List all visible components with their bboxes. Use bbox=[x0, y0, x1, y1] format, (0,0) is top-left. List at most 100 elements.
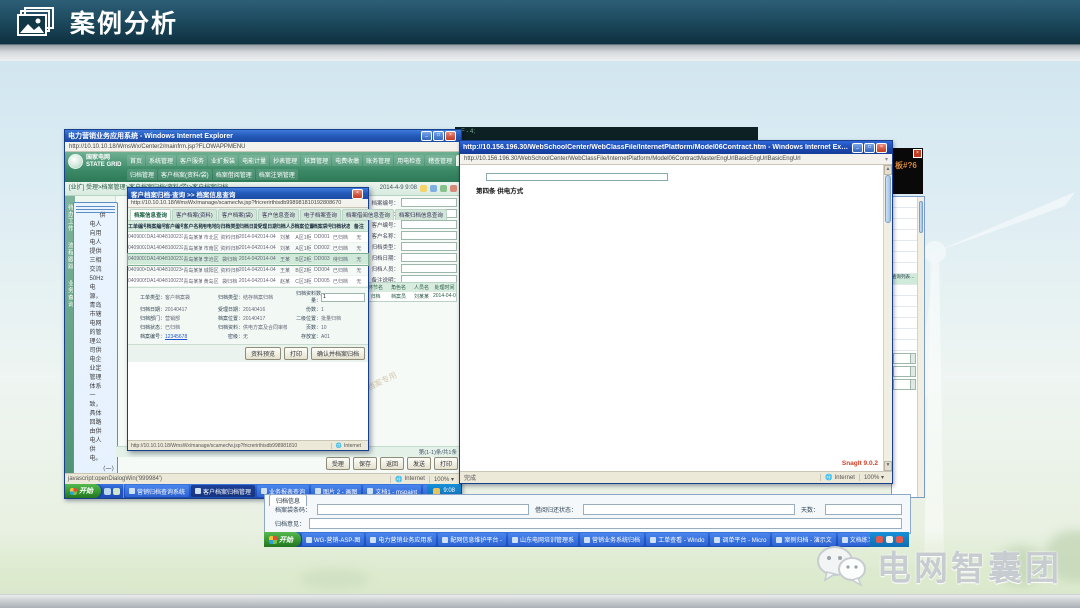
field-input[interactable] bbox=[401, 220, 457, 229]
window1-titlebar[interactable]: 电力营销业务应用系统 - Windows Internet Explorer _… bbox=[65, 130, 461, 142]
days-input[interactable] bbox=[825, 504, 902, 515]
opinion-input[interactable] bbox=[309, 518, 902, 529]
action-button[interactable]: 保存 bbox=[353, 457, 377, 470]
list-item[interactable] bbox=[892, 241, 917, 252]
window2-titlebar[interactable]: http://10.156.196.30/WebSchoolCenter/Web… bbox=[460, 141, 892, 154]
popup-tab[interactable]: 档案借阅信息查询 bbox=[342, 209, 394, 220]
list-item[interactable] bbox=[892, 285, 917, 296]
scroll-thumb[interactable] bbox=[885, 175, 891, 223]
popup-tab[interactable]: 档案信息查询 bbox=[130, 209, 171, 220]
submenu-tab[interactable]: 归档管理 bbox=[127, 169, 157, 180]
menu-tab[interactable]: 电费收缴 bbox=[332, 155, 362, 166]
task-button[interactable]: 工单查看 - Windo bbox=[646, 533, 708, 546]
list-item[interactable] bbox=[892, 296, 917, 307]
close-icon[interactable]: × bbox=[913, 149, 922, 158]
menu-tab[interactable]: 账务管理 bbox=[363, 155, 393, 166]
menu-tab[interactable]: 稽查管理 bbox=[425, 155, 455, 166]
ie-icon[interactable] bbox=[104, 488, 111, 495]
list-item[interactable] bbox=[892, 230, 917, 241]
function-icon-button[interactable]: 供电人向用电人提供三相交流50Hz电源，青岛市辖电网的管理公司供电企业定管理体系… bbox=[76, 202, 114, 473]
submenu-tab[interactable]: 档案借阅管理 bbox=[213, 169, 255, 180]
minimize-button[interactable]: _ bbox=[421, 131, 432, 141]
document-scrollbar[interactable]: ▲ ▼ bbox=[883, 165, 892, 471]
refresh-icon[interactable] bbox=[430, 185, 437, 192]
submenu-tab[interactable]: 客户档案(资料/袋) bbox=[158, 169, 212, 180]
popup-tab[interactable]: 客户档案(资料) bbox=[172, 209, 217, 220]
home-icon[interactable] bbox=[420, 185, 427, 192]
maximize-button[interactable]: □ bbox=[864, 143, 875, 153]
task-button[interactable]: WG-营销-ASP-图 bbox=[302, 533, 364, 546]
window1-addressbar[interactable]: http://10.10.10.18/WmsWx/Center2/mainfrm… bbox=[65, 142, 461, 152]
menu-tab[interactable]: 抄表管理 bbox=[270, 155, 300, 166]
task-button[interactable]: 配网信息维护平台 - bbox=[438, 533, 506, 546]
popup-action-button[interactable]: 资料预览 bbox=[245, 347, 281, 360]
list-item[interactable] bbox=[892, 329, 917, 340]
side-scrollbar[interactable] bbox=[917, 197, 924, 497]
field-input[interactable] bbox=[401, 198, 457, 207]
menu-tab[interactable]: 核算管理 bbox=[301, 155, 331, 166]
bag-code-input[interactable] bbox=[317, 504, 529, 515]
column-header[interactable]: 归档类型 bbox=[220, 221, 238, 231]
table-row[interactable]: 0409002DA14040928100232青岛某某电子有限公司市南区资料归档… bbox=[128, 243, 368, 254]
minimize-button[interactable]: _ bbox=[852, 143, 863, 153]
popup-action-button[interactable]: 确认并档案归档 bbox=[311, 347, 365, 360]
popup-titlebar[interactable]: 客户档案归档-查询 >> 档案信息查询 × bbox=[128, 188, 368, 199]
task-button[interactable]: 电力营销业务应用系 bbox=[366, 533, 436, 546]
popup-close-button[interactable]: × bbox=[352, 189, 363, 199]
ellipsis-button[interactable] bbox=[910, 380, 915, 389]
table-row[interactable]: 0409004DA14040948100234青岛某某纺织有限公司城阳区资料归档… bbox=[128, 265, 368, 276]
ellipsis-button[interactable] bbox=[910, 367, 915, 376]
field-input[interactable] bbox=[401, 242, 457, 251]
list-item[interactable] bbox=[892, 219, 917, 230]
side-input[interactable] bbox=[893, 379, 916, 390]
column-header[interactable]: 工单编号 bbox=[128, 221, 146, 231]
menu-tab[interactable]: 系统管理 bbox=[146, 155, 176, 166]
exit-icon[interactable] bbox=[450, 185, 457, 192]
action-button[interactable]: 受理 bbox=[326, 457, 350, 470]
task-button[interactable]: 客户档案归档管理 bbox=[191, 485, 255, 497]
list-item[interactable] bbox=[892, 263, 917, 274]
list-item-selected[interactable]: 查询列表… bbox=[892, 274, 917, 285]
popup-addressbar[interactable]: http://10.10.10.18/WmsWx/manage/scamecfw… bbox=[128, 199, 368, 208]
column-header[interactable]: 备注 bbox=[350, 221, 368, 231]
task-button[interactable]: 营销业务系统归档 bbox=[580, 533, 644, 546]
return-status-input[interactable] bbox=[583, 504, 795, 515]
help-icon[interactable] bbox=[440, 185, 447, 192]
popup-tab[interactable]: 客户档案(袋) bbox=[218, 209, 257, 220]
list-item[interactable] bbox=[892, 340, 917, 351]
list-item[interactable] bbox=[892, 208, 917, 219]
column-header[interactable]: 档案袋号 bbox=[313, 221, 331, 231]
status-zoom[interactable]: 100% ▾ bbox=[429, 476, 458, 483]
action-button[interactable]: 打印 bbox=[434, 457, 458, 470]
column-header[interactable]: 用电地址 bbox=[202, 221, 220, 231]
task-button[interactable]: 营销归档查询系统 bbox=[125, 485, 189, 497]
archive-query-popup[interactable]: 客户档案归档-查询 >> 档案信息查询 × http://10.10.10.18… bbox=[127, 187, 369, 451]
ellipsis-button[interactable] bbox=[910, 354, 915, 363]
list-item[interactable] bbox=[892, 252, 917, 263]
popup-tab[interactable]: 客户信息查询 bbox=[258, 209, 299, 220]
zoom-control[interactable]: 100% ▾ bbox=[859, 474, 888, 481]
close-button[interactable]: × bbox=[445, 131, 456, 141]
scroll-thumb[interactable] bbox=[919, 201, 923, 233]
menu-tab[interactable]: 首页 bbox=[127, 155, 145, 166]
table-row[interactable]: 0409005DA14040958100235青岛某某化工有限公司黄岛区袋归档2… bbox=[128, 276, 368, 287]
side-input[interactable] bbox=[893, 366, 916, 377]
field-input[interactable] bbox=[401, 253, 457, 262]
quantity-input[interactable] bbox=[321, 293, 365, 302]
column-header[interactable]: 客户编号 bbox=[165, 221, 183, 231]
scroll-up-arrow[interactable]: ▲ bbox=[884, 165, 892, 175]
column-header[interactable]: 归档日期 bbox=[239, 221, 257, 231]
menu-tab[interactable]: 客户服务 bbox=[177, 155, 207, 166]
window2-addressbar[interactable]: http://10.156.196.30/WebSchoolCenter/Web… bbox=[460, 154, 892, 165]
minitable-row[interactable]: 归档档案员刘某某2014-04-09 bbox=[364, 292, 456, 301]
action-button[interactable]: 返回 bbox=[380, 457, 404, 470]
side-input[interactable] bbox=[893, 353, 916, 364]
task-button[interactable]: 山东电网培训管理系 bbox=[508, 533, 578, 546]
column-header[interactable]: 归档人员 bbox=[276, 221, 294, 231]
column-header[interactable]: 归档状态 bbox=[331, 221, 349, 231]
column-header[interactable]: 受理日期 bbox=[257, 221, 275, 231]
popup-action-button[interactable]: 打印 bbox=[284, 347, 308, 360]
list-item[interactable] bbox=[892, 318, 917, 329]
table-row[interactable]: 0409003DA14040938100233青岛某某机械有限公司李沧区袋归档2… bbox=[128, 254, 368, 265]
start-button[interactable]: 开始 bbox=[65, 484, 101, 498]
